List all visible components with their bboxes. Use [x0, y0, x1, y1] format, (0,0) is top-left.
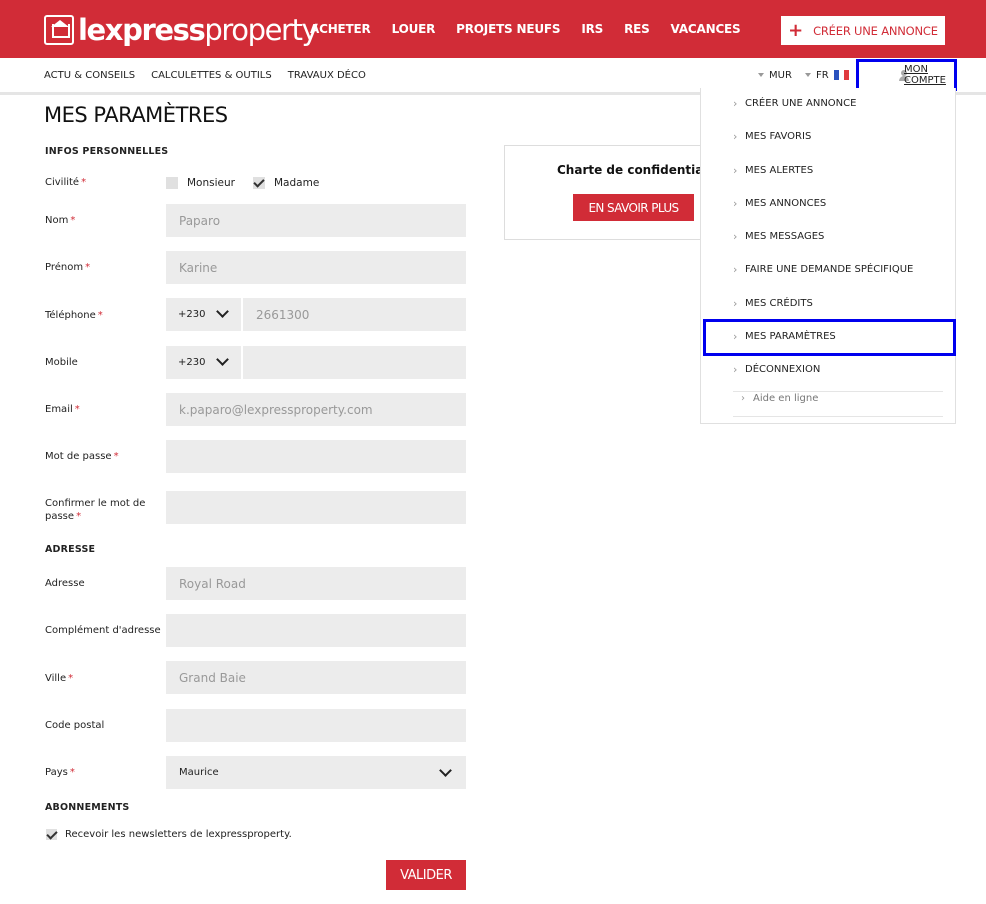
city-input[interactable]: Grand Baie: [166, 661, 466, 694]
menu-item-online-help[interactable]: › Aide en ligne: [741, 393, 818, 404]
menu-item-favorites[interactable]: › MES FAVORIS: [701, 124, 955, 148]
house-logo-icon: [44, 15, 74, 45]
account-dropdown-menu: › CRÉER UNE ANNONCE › MES FAVORIS › MES ALE…: [700, 88, 956, 424]
nav-louer[interactable]: LOUER: [392, 22, 436, 36]
menu-divider: [733, 391, 943, 392]
french-flag-icon: [833, 70, 849, 80]
confirm-password-label: Confirmer le mot de passe *: [45, 498, 146, 522]
mobile-country-code-select[interactable]: +230: [166, 346, 241, 379]
confirm-password-input[interactable]: [166, 491, 466, 524]
main-nav: ACHETER LOUER PROJETS NEUFS IRS RES VACA…: [310, 0, 762, 58]
top-header: lexpressproperty ACHETER LOUER PROJETS N…: [0, 0, 986, 58]
privacy-card: Charte de confidentialité EN SAVOIR PLUS: [504, 145, 725, 240]
menu-item-listings[interactable]: › MES ANNONCES: [701, 191, 955, 215]
chevron-right-icon: ›: [733, 196, 738, 210]
telephone-label: Téléphone *: [45, 310, 103, 321]
menu-divider: [733, 416, 943, 417]
chevron-right-icon: ›: [741, 393, 745, 404]
civility-label: Civilité *: [45, 177, 87, 188]
email-label: Email *: [45, 404, 80, 415]
currency-selector[interactable]: MUR: [758, 58, 792, 92]
prenom-label: Prénom *: [45, 262, 91, 273]
nav-calculettes-outils[interactable]: CALCULETTES & OUTILS: [151, 70, 272, 81]
checkmark-icon: [253, 177, 265, 189]
city-label: Ville *: [45, 673, 74, 684]
menu-item-create-listing[interactable]: › CRÉER UNE ANNONCE: [701, 91, 955, 115]
postal-code-input[interactable]: [166, 709, 466, 742]
menu-item-messages[interactable]: › MES MESSAGES: [701, 224, 955, 248]
chevron-right-icon: ›: [733, 229, 738, 243]
country-label: Pays *: [45, 767, 75, 778]
address-complement-input[interactable]: [166, 614, 466, 647]
prenom-input[interactable]: Karine: [166, 251, 466, 284]
email-input[interactable]: k.paparo@lexpressproperty.com: [166, 393, 466, 426]
section-personal-info: INFOS PERSONNELLES: [45, 146, 169, 157]
chevron-right-icon: ›: [733, 296, 738, 310]
menu-item-logout[interactable]: › DÉCONNEXION: [701, 357, 955, 381]
newsletter-checkbox[interactable]: Recevoir les newsletters de lexpressprop…: [46, 829, 292, 840]
mobile-input[interactable]: [243, 346, 466, 379]
password-input[interactable]: [166, 440, 466, 473]
language-selector[interactable]: FR: [805, 58, 849, 92]
chevron-down-icon: [216, 353, 229, 366]
chevron-right-icon: ›: [733, 129, 738, 143]
plus-icon: +: [788, 19, 804, 41]
telephone-country-code-select[interactable]: +230: [166, 298, 241, 331]
telephone-input[interactable]: 2661300: [243, 298, 466, 331]
submit-button[interactable]: VALIDER: [386, 860, 466, 890]
section-subscriptions: ABONNEMENTS: [45, 802, 130, 813]
country-select[interactable]: Maurice: [166, 756, 466, 789]
create-listing-button[interactable]: + CRÉER UNE ANNONCE: [781, 16, 945, 45]
section-address: ADRESSE: [45, 544, 96, 555]
civility-monsieur-option[interactable]: Monsieur: [166, 177, 235, 189]
nav-vacances[interactable]: VACANCES: [671, 22, 741, 36]
chevron-right-icon: ›: [733, 262, 738, 276]
nav-actu-conseils[interactable]: ACTU & CONSEILS: [44, 70, 135, 81]
menu-item-specific-request[interactable]: › FAIRE UNE DEMANDE SPÉCIFIQUE: [701, 257, 955, 281]
secondary-nav: ACTU & CONSEILS CALCULETTES & OUTILS TRA…: [44, 58, 382, 92]
caret-down-icon: [805, 73, 811, 77]
nav-irs[interactable]: IRS: [581, 22, 603, 36]
logo-text: lexpressproperty: [78, 13, 319, 47]
nom-label: Nom *: [45, 215, 76, 226]
address-label: Adresse: [45, 578, 85, 589]
nav-acheter[interactable]: ACHETER: [310, 22, 371, 36]
mobile-label: Mobile: [45, 357, 78, 368]
site-logo[interactable]: lexpressproperty: [44, 12, 319, 48]
page-title: MES PARAMÈTRES: [44, 103, 228, 127]
chevron-down-icon: [216, 305, 229, 318]
chevron-right-icon: ›: [733, 96, 738, 110]
learn-more-button[interactable]: EN SAVOIR PLUS: [573, 194, 694, 221]
nav-projets-neufs[interactable]: PROJETS NEUFS: [456, 22, 560, 36]
menu-item-credits[interactable]: › MES CRÉDITS: [701, 291, 955, 315]
my-account-button[interactable]: MON COMPTE: [856, 59, 957, 91]
address-input[interactable]: Royal Road: [166, 567, 466, 600]
checkmark-icon: [46, 829, 57, 840]
menu-item-alerts[interactable]: › MES ALERTES: [701, 158, 955, 182]
nav-travaux-deco[interactable]: TRAVAUX DÉCO: [288, 70, 366, 81]
address-complement-label: Complément d'adresse: [45, 625, 161, 636]
caret-down-icon: [758, 73, 764, 77]
civility-madame-option[interactable]: Madame: [253, 177, 319, 189]
chevron-right-icon: ›: [733, 362, 738, 376]
settings-item-highlight: [703, 319, 956, 356]
nom-input[interactable]: Paparo: [166, 204, 466, 237]
password-label: Mot de passe *: [45, 451, 119, 462]
chevron-right-icon: ›: [733, 163, 738, 177]
chevron-down-icon: [439, 764, 452, 777]
nav-res[interactable]: RES: [624, 22, 650, 36]
postal-code-label: Code postal: [45, 720, 105, 731]
checkbox-unchecked-icon: [166, 177, 178, 189]
